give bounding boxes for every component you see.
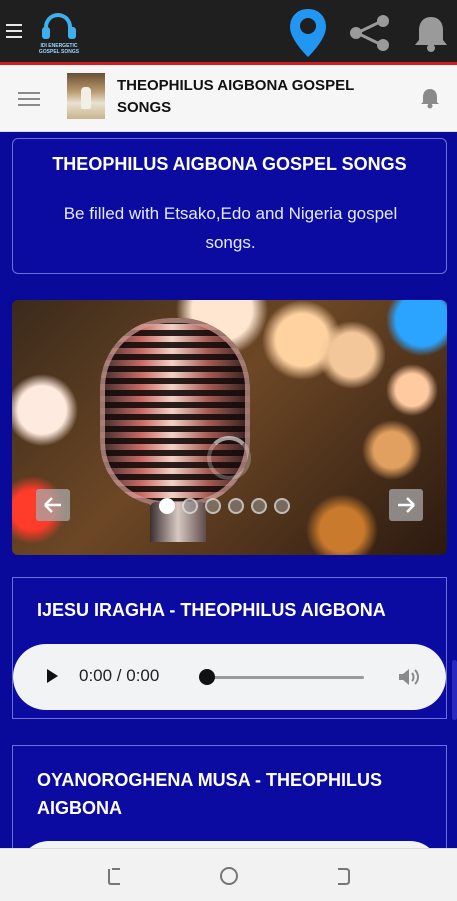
song-title: OYANOROGHENA MUSA - THEOPHILUS AIGBONA (37, 770, 383, 818)
recent-apps-icon[interactable] (104, 865, 126, 887)
app-logo-text: IDI ENERGETIC GOSPEL SONGS (38, 43, 80, 55)
song-title: IJESU IRAGHA - THEOPHILUS AIGBONA (37, 600, 386, 620)
system-nav-bar (0, 848, 457, 901)
slider-dot[interactable] (159, 498, 175, 514)
scroll-indicator (452, 660, 457, 720)
volume-icon[interactable] (397, 666, 421, 688)
slider-dot[interactable] (228, 498, 244, 514)
loading-spinner-icon (207, 436, 251, 480)
slider-next-button[interactable] (389, 489, 423, 521)
share-icon[interactable] (348, 14, 392, 57)
intro-subtitle: Be filled with Etsako,Edo and Nigeria go… (63, 204, 398, 252)
page-header: THEOPHILUS AIGBONA GOSPEL SONGS (0, 65, 457, 132)
back-icon[interactable] (332, 865, 354, 887)
menu-icon[interactable] (6, 20, 22, 42)
audio-player[interactable]: 0:00 / 0:00 (13, 644, 446, 710)
slider-prev-button[interactable] (36, 489, 70, 521)
intro-card: THEOPHILUS AIGBONA GOSPEL SONGS Be fille… (12, 138, 447, 274)
home-icon[interactable] (218, 865, 240, 887)
slider-dot[interactable] (251, 498, 267, 514)
arrow-left-icon (44, 497, 61, 513)
top-app-bar: IDI ENERGETIC GOSPEL SONGS (0, 0, 457, 62)
slider-dots (159, 498, 290, 514)
audio-time: 0:00 / 0:00 (79, 666, 160, 685)
intro-title: THEOPHILUS AIGBONA GOSPEL SONGS (52, 154, 407, 174)
song-card: OYANOROGHENA MUSA - THEOPHILUS AIGBONA (12, 745, 447, 881)
artist-thumbnail (67, 73, 105, 119)
notification-bell-icon[interactable] (413, 14, 449, 57)
location-pin-icon[interactable] (289, 8, 327, 63)
page-title: THEOPHILUS AIGBONA GOSPEL SONGS (117, 77, 354, 116)
header-bell-icon[interactable] (420, 87, 440, 114)
slider-dot[interactable] (205, 498, 221, 514)
arrow-right-icon (398, 497, 415, 513)
song-card: IJESU IRAGHA - THEOPHILUS AIGBONA 0:00 /… (12, 577, 447, 719)
play-icon[interactable] (45, 667, 59, 685)
image-slider[interactable] (12, 300, 447, 555)
drawer-menu-icon[interactable] (18, 88, 40, 110)
app-logo: IDI ENERGETIC GOSPEL SONGS (36, 9, 82, 55)
slider-dot[interactable] (182, 498, 198, 514)
audio-progress-knob[interactable] (199, 669, 215, 685)
slider-dot[interactable] (274, 498, 290, 514)
audio-progress-track[interactable] (200, 676, 364, 679)
